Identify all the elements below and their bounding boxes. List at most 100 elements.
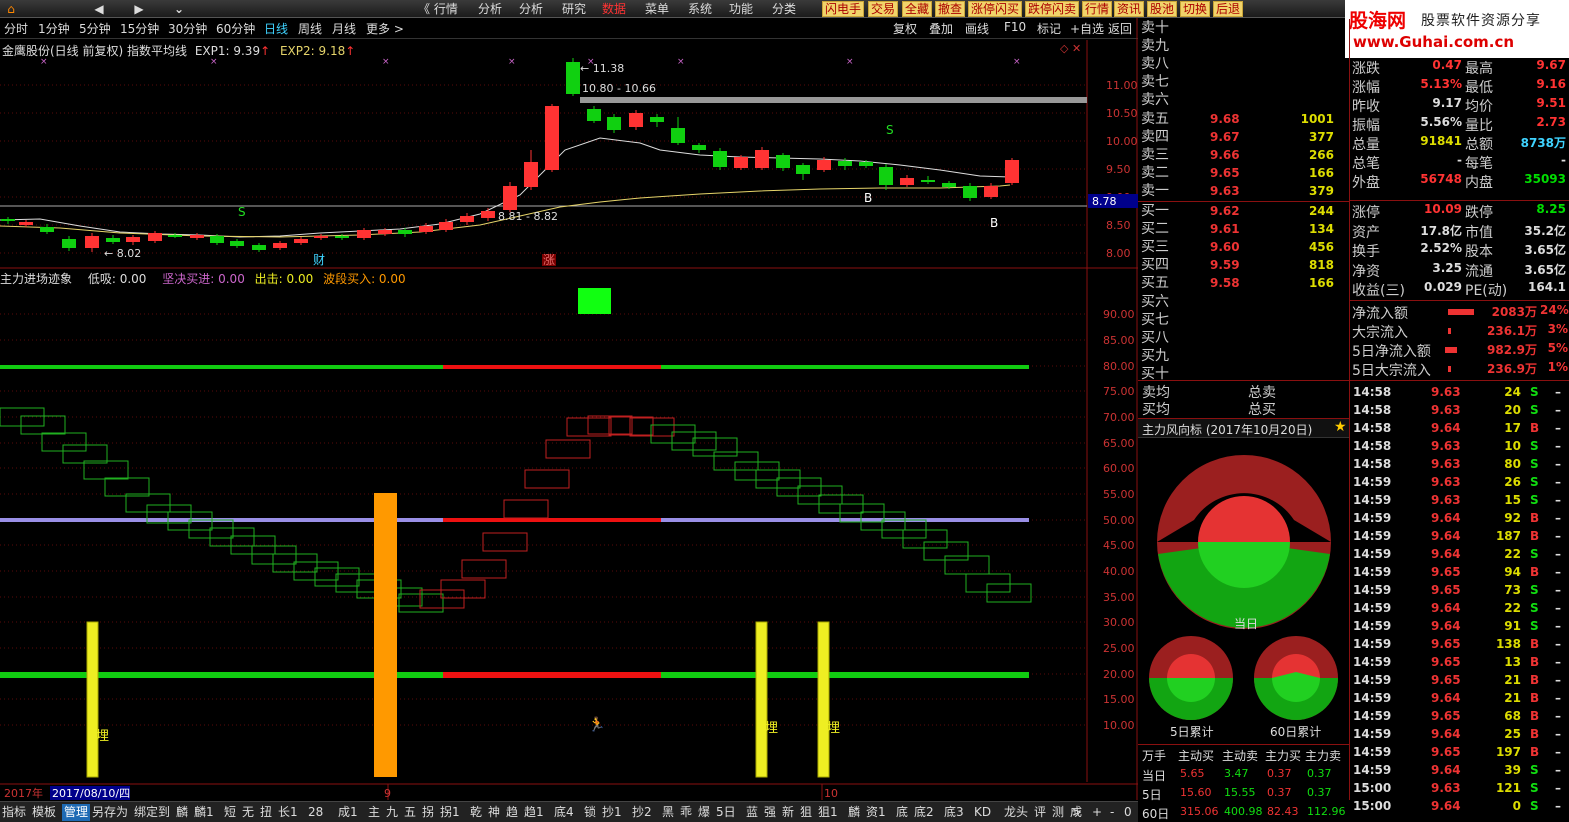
buy-level[interactable]: 买六 — [1139, 293, 1349, 311]
windvane-cell: 15.60 — [1180, 786, 1212, 799]
indicator-tab[interactable]: 蓝 — [746, 804, 758, 821]
indicator-tab[interactable]: 5日 — [716, 804, 736, 821]
indicator-tab[interactable]: 另存为 — [92, 804, 128, 821]
indicator-tab[interactable]: 抄2 — [632, 804, 652, 821]
indicator-tab[interactable]: 底2 — [914, 804, 934, 821]
month-tick: 10 — [824, 787, 838, 800]
indicator-tab[interactable]: 抄1 — [602, 804, 622, 821]
tab-scroll-button[interactable]: > — [1072, 804, 1082, 821]
indicator-tab[interactable]: 资1 — [866, 804, 886, 821]
sell-level[interactable]: 卖八 — [1139, 55, 1349, 73]
sell-level[interactable]: 卖二 9.65 166 — [1139, 164, 1349, 182]
buy-level[interactable]: 买一 9.62 244 — [1139, 202, 1349, 220]
tab-scroll-button[interactable]: - — [1110, 804, 1114, 821]
sell-level[interactable]: 卖十 — [1139, 19, 1349, 37]
stat-label: 每笔 — [1465, 156, 1493, 172]
indicator-tab[interactable]: 模板 — [32, 804, 56, 821]
candle-body — [1, 219, 15, 221]
tick-dash: – — [1555, 475, 1561, 489]
buy-level[interactable]: 买八 — [1139, 329, 1349, 347]
tab-scroll-button[interactable]: + — [1092, 804, 1102, 821]
tick-row: 15:00 9.64 0 S – — [1353, 797, 1569, 815]
quick-btn-back[interactable]: 后退 — [1213, 1, 1244, 17]
entry-signal-block — [578, 288, 611, 314]
indicator-tab[interactable]: 底3 — [944, 804, 964, 821]
indicator-tab[interactable]: 狙1 — [818, 804, 838, 821]
indicator-tab[interactable]: 测 — [1052, 804, 1064, 821]
indicator-tab[interactable]: 神 — [488, 804, 500, 821]
indicator-tab[interactable]: 爆 — [698, 804, 710, 821]
tick-price: 9.65 — [1431, 745, 1461, 759]
indicator-tab[interactable]: 狙 — [800, 804, 812, 821]
indicator-tab[interactable]: 管理 — [62, 804, 91, 821]
tab-scroll-button[interactable]: 0 — [1124, 804, 1132, 821]
indicator-tab[interactable]: 麟 — [176, 804, 188, 821]
tick-dash: – — [1555, 655, 1561, 669]
low-absorb-value: 低吸: 0.00 — [87, 272, 147, 286]
indicator-tab[interactable]: 底4 — [554, 804, 574, 821]
stat-label: 换手 — [1352, 244, 1380, 260]
indicator-tab[interactable]: 指标 — [2, 804, 26, 821]
indicator-tab[interactable]: 绑定到 — [134, 804, 170, 821]
buy-level[interactable]: 买九 — [1139, 347, 1349, 365]
indicator-tab[interactable]: 新 — [782, 804, 794, 821]
indicator-tab[interactable]: 乾 — [470, 804, 482, 821]
indicator-tab[interactable]: 趋1 — [524, 804, 544, 821]
chart-canvas[interactable]: 11.00 10.50 10.00 9.50 9.00 8.50 8.00 8.… — [0, 0, 1138, 800]
indicator-tab[interactable]: KD — [974, 804, 991, 821]
level-label: 卖九 — [1141, 38, 1169, 55]
sell-level[interactable]: 卖六 — [1139, 91, 1349, 109]
tick-dash: – — [1555, 457, 1561, 471]
stats-divider — [1350, 300, 1569, 301]
quick-btn-pool[interactable]: 股池 — [1147, 1, 1178, 17]
level-label: 买四 — [1141, 257, 1169, 274]
tick-side: S — [1530, 385, 1539, 399]
indicator-tab[interactable]: 五 — [404, 804, 416, 821]
star-icon[interactable]: ★ — [1334, 419, 1347, 435]
indicator-tab[interactable]: 评 — [1034, 804, 1046, 821]
sub-axis-label: 15.00 — [1103, 693, 1135, 706]
indicator-tab[interactable]: 九 — [386, 804, 398, 821]
indicator-tab[interactable]: 扭 — [260, 804, 272, 821]
indicator-tab[interactable]: 龙头 — [1004, 804, 1028, 821]
quick-btn-switch[interactable]: 切换 — [1180, 1, 1211, 17]
indicator-tab[interactable]: 锁 — [584, 804, 596, 821]
sell-level[interactable]: 卖一 9.63 379 — [1139, 182, 1349, 200]
buy-level[interactable]: 买五 9.58 166 — [1139, 274, 1349, 292]
indicator-tab[interactable]: 底 — [896, 804, 908, 821]
indicator-tab[interactable]: 28 — [308, 804, 323, 821]
sell-level[interactable]: 卖五 9.68 1001 — [1139, 110, 1349, 128]
chart-settings-icon[interactable]: ◇ ✕ — [1060, 42, 1081, 55]
indicator-tab[interactable]: 强 — [764, 804, 776, 821]
indicator-tab[interactable]: 拐 — [422, 804, 434, 821]
buy-level[interactable]: 买七 — [1139, 311, 1349, 329]
indicator-tab[interactable]: 黑 — [662, 804, 674, 821]
tick-row: 14:58 9.63 10 S – — [1353, 437, 1569, 455]
indicator-tab[interactable]: 趋 — [506, 804, 518, 821]
sell-signal: S — [238, 205, 246, 219]
tick-price: 9.63 — [1431, 493, 1461, 507]
level-label: 卖十 — [1141, 20, 1169, 36]
indicator-tab[interactable]: 主 — [368, 804, 380, 821]
sell-level[interactable]: 卖四 9.67 377 — [1139, 128, 1349, 146]
buy-level[interactable]: 买四 9.59 818 — [1139, 256, 1349, 274]
tick-price: 9.63 — [1431, 385, 1461, 399]
indicator-tab[interactable]: 长1 — [278, 804, 298, 821]
price-axis-label: 8.00 — [1106, 247, 1131, 260]
sell-level[interactable]: 卖三 9.66 266 — [1139, 146, 1349, 164]
indicator-tab[interactable]: 无 — [242, 804, 254, 821]
buy-level[interactable]: 买三 9.60 456 — [1139, 238, 1349, 256]
candle-body — [650, 117, 664, 122]
indicator-tab[interactable]: 短 — [224, 804, 236, 821]
indicator-tab[interactable]: 拐1 — [440, 804, 460, 821]
sell-level[interactable]: 卖九 — [1139, 37, 1349, 55]
sell-level[interactable]: 卖七 — [1139, 73, 1349, 91]
sub-axis-label: 80.00 — [1103, 360, 1135, 373]
indicator-tab[interactable]: 成1 — [338, 804, 358, 821]
sub-axis-label: 35.00 — [1103, 591, 1135, 604]
buy-level[interactable]: 买二 9.61 134 — [1139, 220, 1349, 238]
indicator-tab[interactable]: 麟 — [848, 804, 860, 821]
indicator-tab[interactable]: 乖 — [680, 804, 692, 821]
indicator-tab[interactable]: 麟1 — [194, 804, 214, 821]
svg-text:×: × — [508, 57, 516, 67]
